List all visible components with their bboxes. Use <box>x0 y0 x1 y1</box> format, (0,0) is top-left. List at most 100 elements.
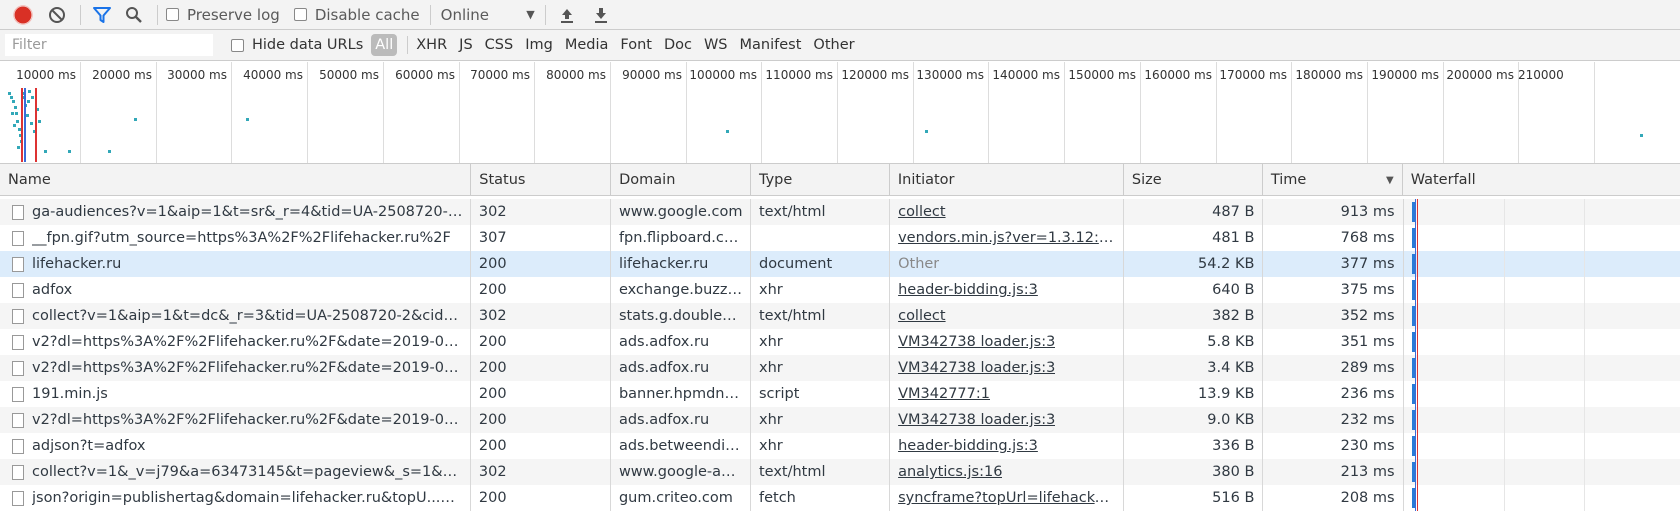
type-filter-doc[interactable]: Doc <box>664 37 692 53</box>
column-header-time[interactable]: Time ▼ <box>1263 164 1403 196</box>
preserve-log-checkbox[interactable]: Preserve log <box>166 6 280 24</box>
throttling-select[interactable]: Online ▼ <box>441 6 535 24</box>
cell-type: text/html <box>751 459 891 485</box>
checkbox-box[interactable] <box>166 8 179 21</box>
type-filter-other[interactable]: Other <box>813 37 854 53</box>
type-filter-img[interactable]: Img <box>525 37 553 53</box>
column-header-name[interactable]: Name <box>0 164 472 196</box>
request-row[interactable]: collect?v=1&aip=1&t=dc&_r=3&tid=UA-25087… <box>0 303 1680 329</box>
request-row[interactable]: ga-audiences?v=1&aip=1&t=sr&_r=4&tid=UA-… <box>0 199 1680 225</box>
type-filter-font[interactable]: Font <box>620 37 652 53</box>
timeline-tick-label: 80000 ms <box>546 68 606 82</box>
cell-domain: www.google-analy... <box>611 459 751 485</box>
type-filter-js[interactable]: JS <box>459 37 472 53</box>
column-header-waterfall[interactable]: Waterfall <box>1403 164 1680 196</box>
request-type: script <box>758 386 800 402</box>
initiator-link[interactable]: syncframe?topUrl=lifehacker.ru:9 <box>898 490 1117 506</box>
column-header-domain[interactable]: Domain <box>611 164 751 196</box>
column-header-type[interactable]: Type <box>751 164 890 196</box>
checkbox-box[interactable] <box>231 38 244 52</box>
initiator-link[interactable]: collect <box>898 308 945 324</box>
dom-content-loaded-line <box>1414 433 1416 459</box>
search-button[interactable] <box>121 2 147 28</box>
cell-time: 289 ms <box>1263 355 1404 381</box>
request-row[interactable]: 191.min.js 200 banner.hpmdnetw... script VM3… <box>0 381 1680 407</box>
clear-button[interactable] <box>44 2 70 28</box>
request-row[interactable]: json?origin=publishertag&domain=lifehack… <box>0 485 1680 511</box>
cell-status: 302 <box>471 303 611 329</box>
request-row[interactable]: collect?v=1&_v=j79&a=63473145&t=pageview… <box>0 459 1680 485</box>
waterfall-grid-line <box>1583 381 1585 407</box>
cell-domain: ads.adfox.ru <box>611 329 751 355</box>
cell-size: 13.9 KB <box>1124 381 1264 407</box>
cell-name: v2?dl=https%3A%2F%2Flifehacker.ru%2F&dat… <box>0 329 471 355</box>
type-filter-manifest[interactable]: Manifest <box>740 37 802 53</box>
initiator-link[interactable]: VM342738 loader.js:3 <box>898 412 1055 428</box>
request-row[interactable]: v2?dl=https%3A%2F%2Flifehacker.ru%2F&dat… <box>0 407 1680 433</box>
toolbar-divider <box>80 4 81 25</box>
request-domain: banner.hpmdnetw... <box>618 386 744 402</box>
timeline-overview[interactable]: 10000 ms 20000 ms 30000 ms 40000 ms 50000 ms… <box>0 62 1680 164</box>
waterfall-grid-line <box>1583 433 1585 459</box>
timeline-request-dot <box>11 112 14 115</box>
timeline-request-dot <box>15 112 18 115</box>
request-row[interactable]: lifehacker.ru 200 lifehacker.ru document Oth… <box>0 251 1680 277</box>
type-filter-ws[interactable]: WS <box>704 37 728 53</box>
cell-status: 200 <box>471 251 611 277</box>
dom-content-loaded-line <box>1414 381 1416 407</box>
timeline-grid-line <box>1140 62 1141 163</box>
request-time: 289 ms <box>1340 360 1395 376</box>
timeline-grid-line <box>1291 62 1292 163</box>
type-filter-media[interactable]: Media <box>565 37 609 53</box>
initiator-link[interactable]: VM342738 loader.js:3 <box>898 360 1055 376</box>
timeline-grid-line <box>80 62 81 163</box>
initiator-link[interactable]: header-bidding.js:3 <box>898 282 1038 298</box>
request-row[interactable]: adfox 200 exchange.buzzool... xhr header-bid… <box>0 277 1680 303</box>
filter-toggle-button[interactable] <box>89 2 115 28</box>
request-row[interactable]: __fpn.gif?utm_source=https%3A%2F%2Flifeh… <box>0 225 1680 251</box>
initiator-link[interactable]: header-bidding.js:3 <box>898 438 1038 454</box>
initiator-link[interactable]: collect <box>898 204 945 220</box>
cell-size: 382 B <box>1124 303 1264 329</box>
request-domain: stats.g.doubleclick... <box>618 308 744 324</box>
initiator-link[interactable]: VM342777:1 <box>898 386 990 402</box>
filter-input[interactable] <box>5 34 213 56</box>
request-status: 200 <box>478 360 507 376</box>
request-row[interactable]: adjson?t=adfox 200 ads.betweendigital... xh… <box>0 433 1680 459</box>
timeline-request-dot <box>10 96 13 99</box>
request-name: ga-audiences?v=1&aip=1&t=sr&_r=4&tid=UA-… <box>32 204 464 220</box>
timeline-request-dot <box>16 120 19 123</box>
toolbar-divider <box>429 4 431 25</box>
initiator-link[interactable]: analytics.js:16 <box>898 464 1002 480</box>
type-filter-xhr[interactable]: XHR <box>416 37 447 53</box>
export-har-button[interactable] <box>588 2 614 28</box>
column-header-initiator[interactable]: Initiator <box>890 164 1124 196</box>
type-filter-all[interactable]: All <box>371 34 398 56</box>
column-header-label: Type <box>758 172 793 188</box>
cell-name: json?origin=publishertag&domain=lifehack… <box>0 485 471 511</box>
cell-domain: fpn.flipboard.com <box>611 225 751 251</box>
request-row[interactable]: v2?dl=https%3A%2F%2Flifehacker.ru%2F&dat… <box>0 355 1680 381</box>
waterfall-grid-line <box>1503 433 1505 459</box>
request-row[interactable]: v2?dl=https%3A%2F%2Flifehacker.ru%2F&dat… <box>0 329 1680 355</box>
timeline-grid-line <box>988 62 989 163</box>
cell-time: 213 ms <box>1263 459 1404 485</box>
cell-time: 208 ms <box>1263 485 1404 511</box>
waterfall-grid-line <box>1583 407 1585 433</box>
request-time: 375 ms <box>1340 282 1395 298</box>
record-button[interactable] <box>10 2 36 28</box>
timeline-grid-line <box>1594 62 1595 163</box>
request-domain: fpn.flipboard.com <box>618 230 744 246</box>
type-filter-css[interactable]: CSS <box>485 37 514 53</box>
hide-data-urls-checkbox[interactable]: Hide data URLs <box>231 37 363 53</box>
initiator-link[interactable]: vendors.min.js?ver=1.3.12:formatt... <box>898 230 1117 246</box>
checkbox-box[interactable] <box>293 8 307 21</box>
request-domain: www.google.com <box>618 204 743 220</box>
column-header-size[interactable]: Size <box>1124 164 1263 196</box>
import-har-button[interactable] <box>554 2 580 28</box>
initiator-link[interactable]: VM342738 loader.js:3 <box>898 334 1055 350</box>
timeline-request-dot <box>12 100 15 103</box>
disable-cache-checkbox[interactable]: Disable cache <box>293 6 420 24</box>
timeline-tick-label: 150000 ms <box>1068 68 1136 82</box>
column-header-status[interactable]: Status <box>471 164 612 196</box>
